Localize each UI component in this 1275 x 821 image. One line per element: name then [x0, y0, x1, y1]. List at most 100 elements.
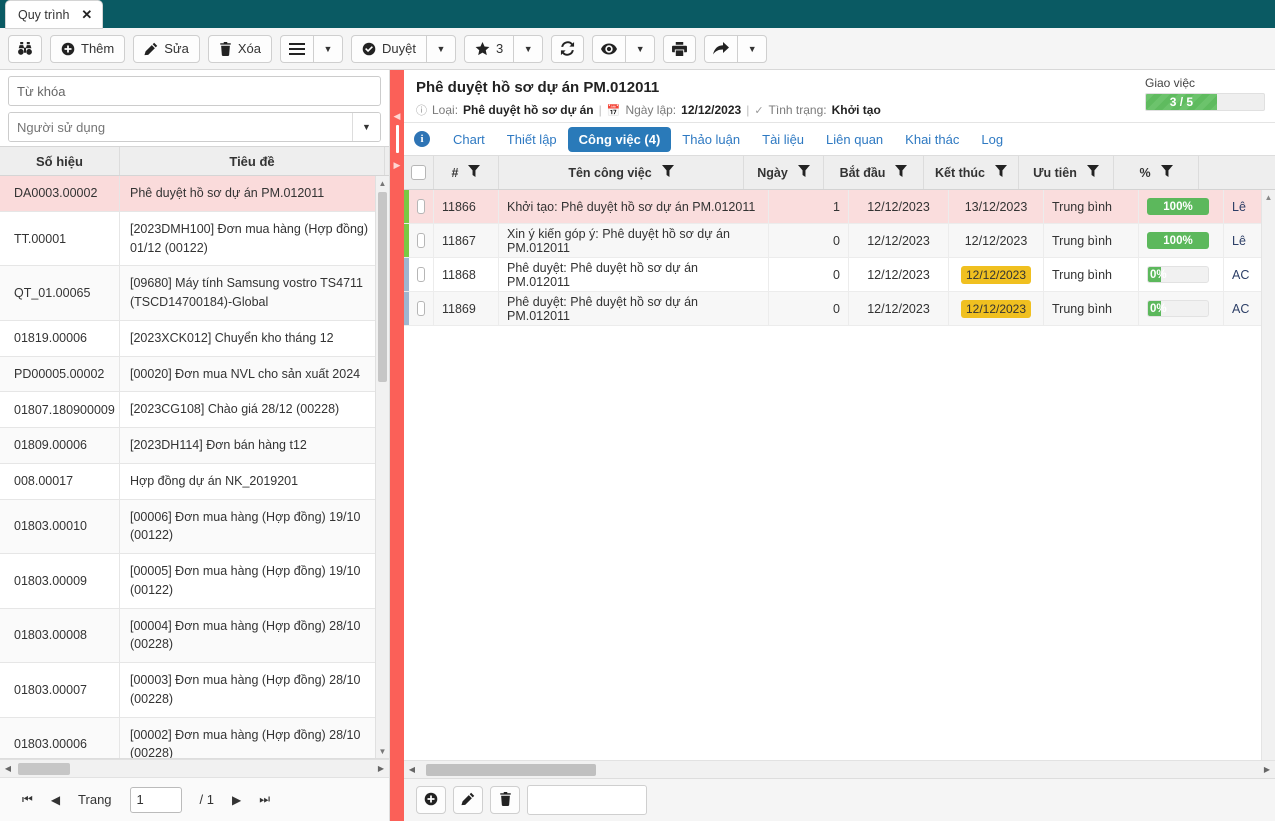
- user-filter-combo[interactable]: ▼: [8, 112, 381, 142]
- rhscroll-track[interactable]: [420, 761, 1259, 778]
- list-item[interactable]: 01819.00006 [2023XCK012] Chuyển kho tháng…: [0, 320, 389, 357]
- scroll-down-icon[interactable]: ▼: [376, 744, 389, 758]
- list-item[interactable]: 008.00017 Hợp đồng dự án NK_2019201: [0, 463, 389, 500]
- chevron-down-icon[interactable]: ▼: [352, 113, 380, 141]
- window-tab-quy-trinh[interactable]: Quy trình ✕: [6, 1, 103, 28]
- table-row[interactable]: 11867 Xin ý kiến góp ý: Phê duyệt hồ sơ d…: [404, 224, 1275, 258]
- task-col-header-start-date[interactable]: Bắt đầu: [824, 156, 924, 189]
- tab-c-ng-vi-c-4[interactable]: Công việc (4): [567, 126, 672, 152]
- search-button[interactable]: [8, 34, 42, 63]
- tab-chart[interactable]: Chart: [442, 127, 496, 152]
- tab-th-o-lu-n[interactable]: Thảo luận: [671, 127, 751, 152]
- approve-caret[interactable]: ▼: [425, 34, 456, 63]
- list-item[interactable]: 01803.00009 [00005] Đơn mua hàng (Hợp đồn…: [0, 554, 389, 609]
- list-item[interactable]: 01803.00006 [00002] Đơn mua hàng (Hợp đồn…: [0, 717, 389, 758]
- refresh-button[interactable]: [551, 34, 585, 63]
- task-col-header-assignee[interactable]: [1199, 156, 1275, 189]
- info-icon[interactable]: i: [414, 131, 430, 147]
- task-add-button[interactable]: [416, 786, 446, 814]
- list-item[interactable]: 01809.00006 [2023DH114] Đơn bán hàng t12: [0, 428, 389, 464]
- splitter-expand-right-icon[interactable]: ▶: [390, 161, 404, 170]
- last-page-icon[interactable]: ⏭: [259, 792, 270, 807]
- user-filter-input[interactable]: [9, 113, 352, 141]
- task-col-header-id[interactable]: #: [434, 156, 499, 189]
- rhscroll-thumb[interactable]: [426, 764, 596, 776]
- list-item[interactable]: QT_01.00065 [09680] Máy tính Samsung vost…: [0, 266, 389, 321]
- view-caret[interactable]: ▼: [625, 34, 656, 63]
- row-checkbox[interactable]: [417, 301, 425, 316]
- task-grid-horizontal-scrollbar[interactable]: ◀ ▶: [404, 760, 1275, 778]
- left-col-header-code[interactable]: Số hiệu: [0, 147, 120, 175]
- row-checkbox[interactable]: [417, 199, 425, 214]
- tab-khai-th-c[interactable]: Khai thác: [894, 127, 970, 152]
- forward-caret[interactable]: ▼: [737, 34, 768, 63]
- scroll-right-icon[interactable]: ▶: [373, 764, 389, 773]
- scroll-left-icon[interactable]: ◀: [0, 764, 16, 773]
- page-number-input[interactable]: [129, 786, 182, 813]
- list-item[interactable]: 01803.00010 [00006] Đơn mua hàng (Hợp đồn…: [0, 499, 389, 554]
- task-col-header-percent[interactable]: %: [1114, 156, 1199, 189]
- approve-button[interactable]: Duyệt: [350, 34, 426, 63]
- next-page-icon[interactable]: ▶: [232, 793, 241, 807]
- filter-funnel-icon[interactable]: [1160, 165, 1173, 180]
- tab-li-n-quan[interactable]: Liên quan: [815, 127, 894, 152]
- row-checkbox[interactable]: [417, 267, 425, 282]
- filter-funnel-icon[interactable]: [797, 165, 810, 180]
- delete-button[interactable]: Xóa: [207, 34, 272, 63]
- left-grid-vertical-scrollbar[interactable]: ▲ ▼: [375, 176, 389, 758]
- edit-button[interactable]: Sửa: [133, 34, 200, 63]
- hscroll-thumb[interactable]: [18, 763, 70, 775]
- task-edit-button[interactable]: [453, 786, 483, 814]
- favorite-caret[interactable]: ▼: [513, 34, 544, 63]
- left-grid-horizontal-scrollbar[interactable]: ◀ ▶: [0, 759, 389, 777]
- close-icon[interactable]: ✕: [81, 8, 92, 21]
- filter-funnel-icon[interactable]: [661, 165, 674, 180]
- task-quick-input[interactable]: [527, 785, 647, 815]
- prev-page-icon[interactable]: ◀: [51, 793, 60, 807]
- task-col-header-days[interactable]: Ngày: [744, 156, 824, 189]
- task-col-header-task-name[interactable]: Tên công việc: [499, 156, 744, 189]
- add-button[interactable]: Thêm: [50, 34, 126, 63]
- task-col-header-end-date[interactable]: Kết thúc: [924, 156, 1019, 189]
- task-delete-button[interactable]: [490, 786, 520, 814]
- keyword-search-input[interactable]: [8, 76, 381, 106]
- task-grid-vertical-scrollbar[interactable]: ▲: [1261, 190, 1275, 760]
- filter-funnel-icon[interactable]: [1086, 165, 1099, 180]
- table-row[interactable]: 11868 Phê duyệt: Phê duyệt hồ sơ dự án PM…: [404, 258, 1275, 292]
- filter-funnel-icon[interactable]: [895, 165, 908, 180]
- scroll-left-icon[interactable]: ◀: [404, 765, 420, 774]
- table-row[interactable]: 11866 Khởi tạo: Phê duyệt hồ sơ dự án PM.…: [404, 190, 1275, 224]
- first-page-icon[interactable]: ⏮: [22, 792, 33, 807]
- scroll-thumb[interactable]: [378, 192, 387, 382]
- list-item[interactable]: TT.00001 [2023DMH100] Đơn mua hàng (Hợp đ…: [0, 211, 389, 267]
- list-item[interactable]: 01803.00007 [00003] Đơn mua hàng (Hợp đồn…: [0, 663, 389, 718]
- print-button[interactable]: [663, 34, 697, 63]
- forward-button[interactable]: [704, 34, 738, 63]
- favorite-button[interactable]: 3: [463, 34, 514, 63]
- left-col-header-title[interactable]: Tiêu đề: [120, 147, 385, 175]
- tab-log[interactable]: Log: [970, 127, 1014, 152]
- splitter-collapse-left-icon[interactable]: ◀: [390, 112, 404, 121]
- tab-t-i-li-u[interactable]: Tài liệu: [751, 127, 815, 152]
- scroll-up-icon[interactable]: ▲: [376, 176, 389, 190]
- list-item[interactable]: DA0003.00002 Phê duyệt hồ sơ dự án PM.012…: [0, 176, 389, 212]
- hamburger-menu-button[interactable]: [279, 34, 313, 63]
- filter-funnel-icon[interactable]: [468, 165, 481, 180]
- splitter-handle[interactable]: [396, 125, 399, 153]
- hamburger-menu-caret[interactable]: ▼: [312, 34, 343, 63]
- row-checkbox[interactable]: [417, 233, 425, 248]
- scroll-up-icon[interactable]: ▲: [1262, 190, 1275, 204]
- scroll-right-icon[interactable]: ▶: [1259, 765, 1275, 774]
- view-button[interactable]: [592, 34, 626, 63]
- tab-thi-t-l-p[interactable]: Thiết lập: [496, 127, 568, 152]
- task-col-header-priority[interactable]: Ưu tiên: [1019, 156, 1114, 189]
- panel-splitter[interactable]: ◀ ▶: [390, 70, 404, 821]
- list-item[interactable]: 01807.180900009 [2023CG108] Chào giá 28/1…: [0, 392, 389, 428]
- select-all-checkbox[interactable]: [411, 165, 426, 180]
- list-item[interactable]: 01803.00008 [00004] Đơn mua hàng (Hợp đồn…: [0, 608, 389, 663]
- list-item[interactable]: PD00005.00002 [00020] Đơn mua NVL cho sản…: [0, 356, 389, 393]
- filter-funnel-icon[interactable]: [995, 165, 1007, 180]
- task-col-header-select-all[interactable]: [404, 156, 434, 189]
- table-row[interactable]: 11869 Phê duyệt: Phê duyệt hồ sơ dự án PM…: [404, 292, 1275, 326]
- hscroll-track[interactable]: [16, 760, 373, 777]
